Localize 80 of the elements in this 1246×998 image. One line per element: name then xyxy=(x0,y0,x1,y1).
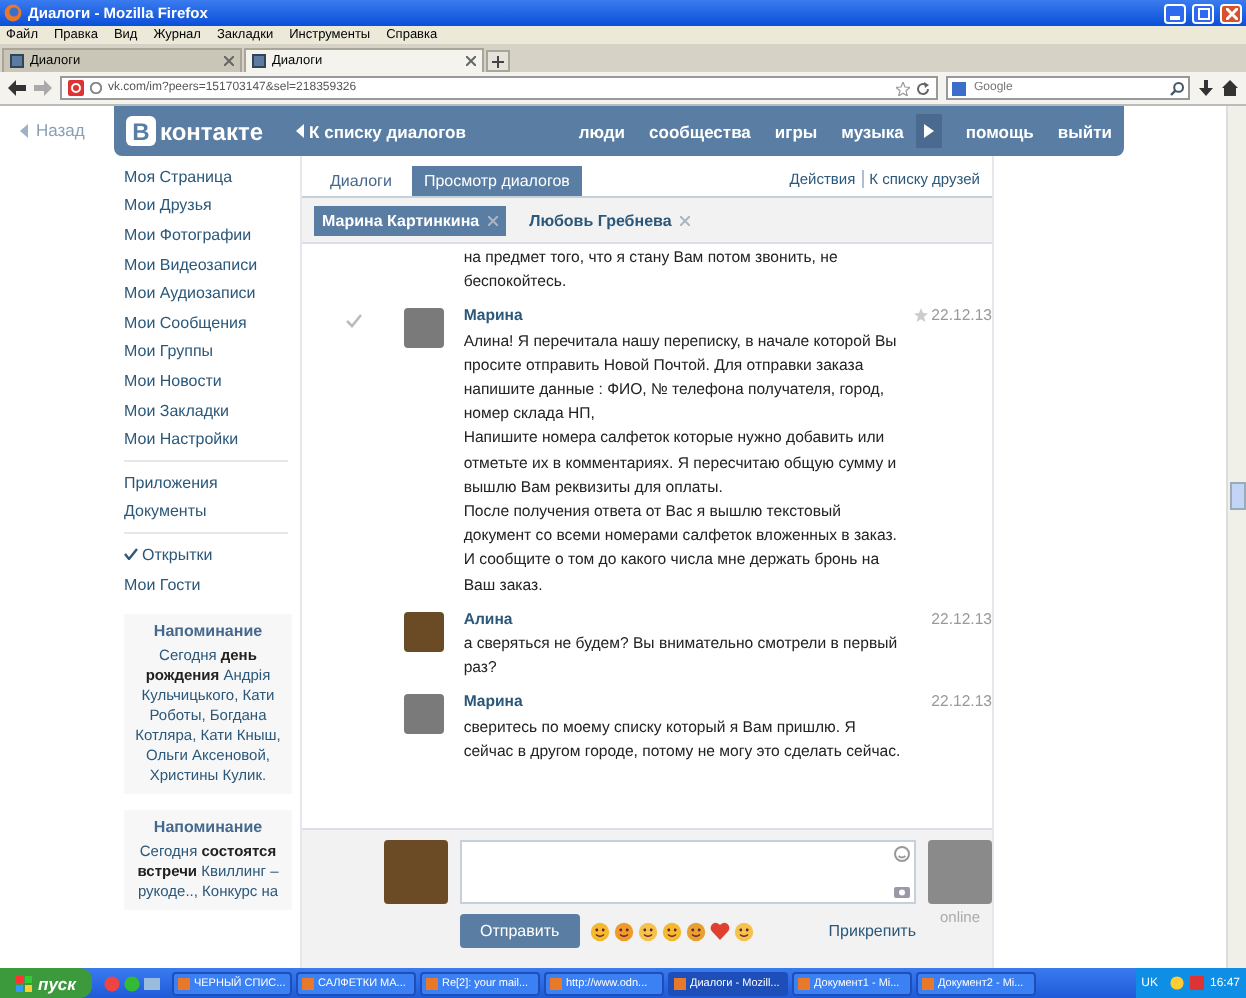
scrollbar[interactable] xyxy=(1226,106,1246,968)
play-button[interactable] xyxy=(915,114,942,148)
sidebar-item[interactable]: Мои Аудиозаписи xyxy=(124,278,288,308)
nav-link[interactable]: сообщества xyxy=(649,121,751,141)
sidebar-item[interactable]: Документы xyxy=(124,497,288,527)
peer-tab[interactable]: Марина Картинкина xyxy=(314,205,506,235)
close-icon[interactable] xyxy=(466,56,476,66)
plus-icon xyxy=(492,55,504,67)
nav-link[interactable]: люди xyxy=(578,121,626,141)
camera-icon[interactable] xyxy=(894,884,910,898)
message-input[interactable] xyxy=(460,840,916,904)
download-icon[interactable] xyxy=(1198,80,1214,96)
emoji-icon[interactable] xyxy=(685,921,706,941)
window-icon xyxy=(301,977,314,989)
sidebar-item[interactable]: Мои Сообщения xyxy=(124,307,288,338)
nav-link[interactable]: выйти xyxy=(1057,121,1112,141)
window-icon xyxy=(425,977,438,989)
emoji-icon[interactable] xyxy=(613,921,634,941)
home-icon[interactable] xyxy=(1222,80,1238,96)
nav-link[interactable]: игры xyxy=(774,121,818,141)
caret-left-icon xyxy=(20,123,28,137)
sidebar-item[interactable]: Открытки xyxy=(124,540,288,570)
logo-mark[interactable]: В xyxy=(126,116,156,146)
new-tab-button[interactable] xyxy=(486,50,510,72)
peer-tab[interactable]: Любовь Гребнева xyxy=(521,205,698,235)
maximize-button[interactable] xyxy=(1192,3,1214,23)
sidebar-item[interactable]: Мои Друзья xyxy=(124,191,288,221)
forward-arrow-icon[interactable] xyxy=(34,80,52,96)
emoji-icon[interactable] xyxy=(733,921,754,941)
sidebar-item[interactable]: Мои Новости xyxy=(124,366,288,396)
sidebar-item[interactable]: Мои Группы xyxy=(124,337,288,367)
close-button[interactable] xyxy=(1220,3,1242,23)
windows-logo-icon xyxy=(16,975,32,991)
firefox-icon xyxy=(4,4,22,22)
sidebar-item[interactable]: Мои Гости xyxy=(124,569,288,599)
reminder-title: Напоминание xyxy=(151,622,265,641)
sidebar-item[interactable]: Мои Настройки xyxy=(124,424,288,454)
window-icon xyxy=(921,977,934,989)
nav-link[interactable]: музыка xyxy=(841,121,904,141)
sidebar-item[interactable]: Мои Закладки xyxy=(124,395,288,425)
maximize-icon xyxy=(1197,7,1209,19)
page-icon xyxy=(10,54,24,68)
close-icon[interactable] xyxy=(224,56,234,66)
reload-icon[interactable] xyxy=(916,81,930,95)
logo-text[interactable]: контакте xyxy=(160,117,264,145)
star-icon[interactable] xyxy=(913,308,928,323)
dialog-tab[interactable]: Просмотр диалогов xyxy=(411,166,582,196)
star-icon[interactable] xyxy=(896,81,910,95)
minimize-button[interactable] xyxy=(1164,3,1186,23)
emoji-icon[interactable] xyxy=(661,921,682,941)
back-arrow-icon[interactable] xyxy=(8,80,26,96)
emoji-icon[interactable] xyxy=(637,921,658,941)
emoji-icon[interactable] xyxy=(589,921,610,941)
play-icon xyxy=(923,124,934,138)
heart-icon[interactable] xyxy=(709,922,730,940)
window-icon xyxy=(673,977,686,989)
start-button[interactable]: пуск xyxy=(0,968,92,998)
reminder-title: Напоминание xyxy=(151,818,265,837)
window-icon xyxy=(549,977,562,989)
sidebar-item[interactable]: Приложения xyxy=(124,467,288,498)
check-icon[interactable] xyxy=(345,314,362,329)
sidebar-item[interactable]: Моя Страница xyxy=(124,162,288,192)
page-icon xyxy=(252,54,266,68)
sidebar-item[interactable]: Мои Видеозаписи xyxy=(124,249,288,279)
send-button[interactable]: Отправить xyxy=(460,914,580,948)
breadcrumb-link[interactable]: К списку диалогов xyxy=(309,121,466,141)
scrollbar-thumb[interactable] xyxy=(1229,482,1245,510)
close-icon xyxy=(1225,7,1237,19)
desktop-icon[interactable] xyxy=(143,975,160,991)
dialog-tab[interactable]: Диалоги xyxy=(318,166,404,196)
close-icon[interactable] xyxy=(487,215,498,225)
window-icon xyxy=(177,977,190,989)
window-icon xyxy=(797,977,810,989)
nav-link[interactable]: помощь xyxy=(965,121,1034,141)
sidebar-item[interactable]: Мои Фотографии xyxy=(124,220,288,250)
caret-left-icon xyxy=(295,124,304,138)
block-icon xyxy=(68,80,84,96)
attach-link[interactable]: Прикрепить xyxy=(828,922,916,940)
smiley-icon[interactable] xyxy=(894,846,910,862)
search-icon[interactable] xyxy=(1170,81,1184,95)
